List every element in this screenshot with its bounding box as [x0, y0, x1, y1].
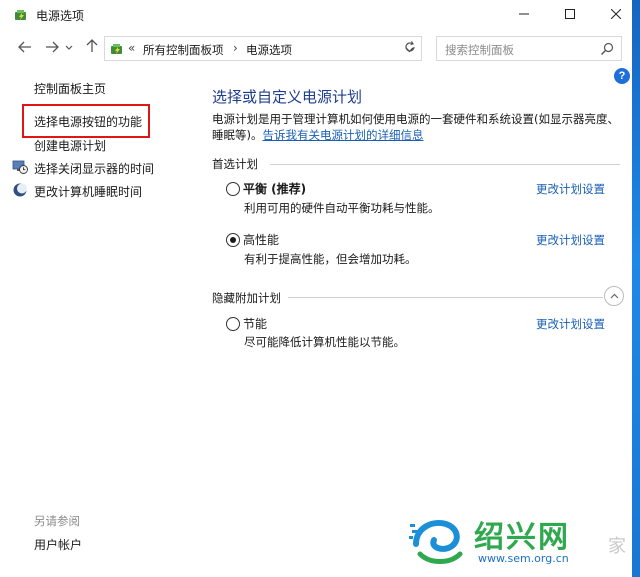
- control-panel-icon: [109, 40, 126, 57]
- recent-locations-button[interactable]: [62, 38, 76, 58]
- maximize-icon: [565, 8, 575, 22]
- moon-icon: [12, 182, 28, 198]
- preferred-plans-label: 首选计划: [212, 157, 258, 171]
- title-bar: 电源选项: [0, 0, 632, 30]
- page-description: 电源计划是用于管理计算机如何使用电源的一套硬件和系统设置(如显示器亮度、睡眠等)…: [212, 111, 620, 143]
- help-icon[interactable]: ?: [614, 68, 630, 84]
- plan-high-performance-radio[interactable]: [226, 233, 240, 247]
- search-icon[interactable]: [599, 41, 615, 57]
- sidebar-item-sleep-time[interactable]: 更改计算机睡眠时间: [34, 183, 142, 200]
- watermark-suffix: 家: [608, 536, 626, 557]
- chevron-down-icon: [65, 43, 73, 54]
- site-watermark: 绍兴网 www.sem.org.cn 家: [408, 508, 632, 574]
- page-title: 选择或自定义电源计划: [212, 88, 363, 106]
- arrow-left-icon: [18, 39, 32, 57]
- sidebar-item-display-off-time[interactable]: 选择关闭显示器的时间: [34, 160, 154, 177]
- watermark-title: 绍兴网: [474, 520, 570, 555]
- minimize-icon: [519, 8, 529, 22]
- sidebar-item-user-accounts[interactable]: 用户帐户: [34, 536, 82, 553]
- plan-power-saver-settings-link[interactable]: 更改计划设置: [536, 316, 605, 332]
- chevron-up-icon: [610, 291, 619, 302]
- close-icon: [610, 8, 622, 22]
- arrow-right-icon: [45, 39, 59, 57]
- refresh-button[interactable]: [398, 36, 422, 61]
- forward-button[interactable]: [42, 38, 62, 58]
- window-title: 电源选项: [36, 9, 85, 23]
- collapse-hidden-plans-button[interactable]: [604, 286, 624, 306]
- watermark-logo-icon: [408, 510, 468, 570]
- plan-balanced-settings-link[interactable]: 更改计划设置: [536, 181, 605, 197]
- breadcrumb-separator[interactable]: ›: [233, 41, 238, 55]
- watermark-url: www.sem.org.cn: [478, 552, 569, 565]
- arrow-up-icon: [86, 39, 98, 57]
- maximize-button[interactable]: [547, 0, 593, 30]
- breadcrumb-power-options[interactable]: 电源选项: [246, 42, 292, 58]
- address-overflow[interactable]: «: [128, 41, 135, 55]
- plan-balanced-description: 利用可用的硬件自动平衡功耗与性能。: [244, 201, 440, 215]
- sidebar-control-panel-home[interactable]: 控制面板主页: [34, 80, 106, 97]
- sidebar-item-power-button-function[interactable]: 选择电源按钮的功能: [34, 113, 142, 130]
- refresh-icon: [404, 41, 416, 56]
- breadcrumb-all-control-panel-items[interactable]: 所有控制面板项: [143, 42, 224, 58]
- see-also-heading: 另请参阅: [34, 514, 80, 528]
- up-button[interactable]: [82, 38, 102, 58]
- plan-power-saver-name[interactable]: 节能: [243, 315, 267, 332]
- divider: [288, 297, 603, 298]
- minimize-button[interactable]: [501, 0, 547, 30]
- back-button[interactable]: [15, 38, 35, 58]
- search-box[interactable]: 搜索控制面板: [436, 36, 622, 61]
- plan-power-saver-radio[interactable]: [226, 317, 240, 331]
- search-placeholder[interactable]: 搜索控制面板: [445, 42, 514, 58]
- plan-balanced-radio[interactable]: [226, 182, 240, 196]
- plan-high-performance-description: 有利于提高性能，但会增加功耗。: [244, 252, 417, 266]
- plan-high-performance-settings-link[interactable]: 更改计划设置: [536, 232, 605, 248]
- power-plan-info-link[interactable]: 告诉我有关电源计划的详细信息: [263, 128, 424, 142]
- display-clock-icon: [12, 159, 28, 175]
- plan-balanced-name[interactable]: 平衡 (推荐): [243, 180, 306, 197]
- sidebar-item-create-power-plan[interactable]: 创建电源计划: [34, 137, 106, 154]
- address-bar[interactable]: « 所有控制面板项 › 电源选项: [104, 36, 422, 61]
- plan-power-saver-description: 尽可能降低计算机性能以节能。: [244, 335, 405, 349]
- plan-high-performance-name[interactable]: 高性能: [243, 231, 279, 248]
- navigation-bar: « 所有控制面板项 › 电源选项 搜索控制面板: [0, 30, 632, 66]
- power-options-icon: [13, 7, 29, 23]
- desktop-background: [632, 0, 640, 577]
- hidden-plans-label: 隐藏附加计划: [212, 291, 281, 305]
- divider: [270, 164, 620, 165]
